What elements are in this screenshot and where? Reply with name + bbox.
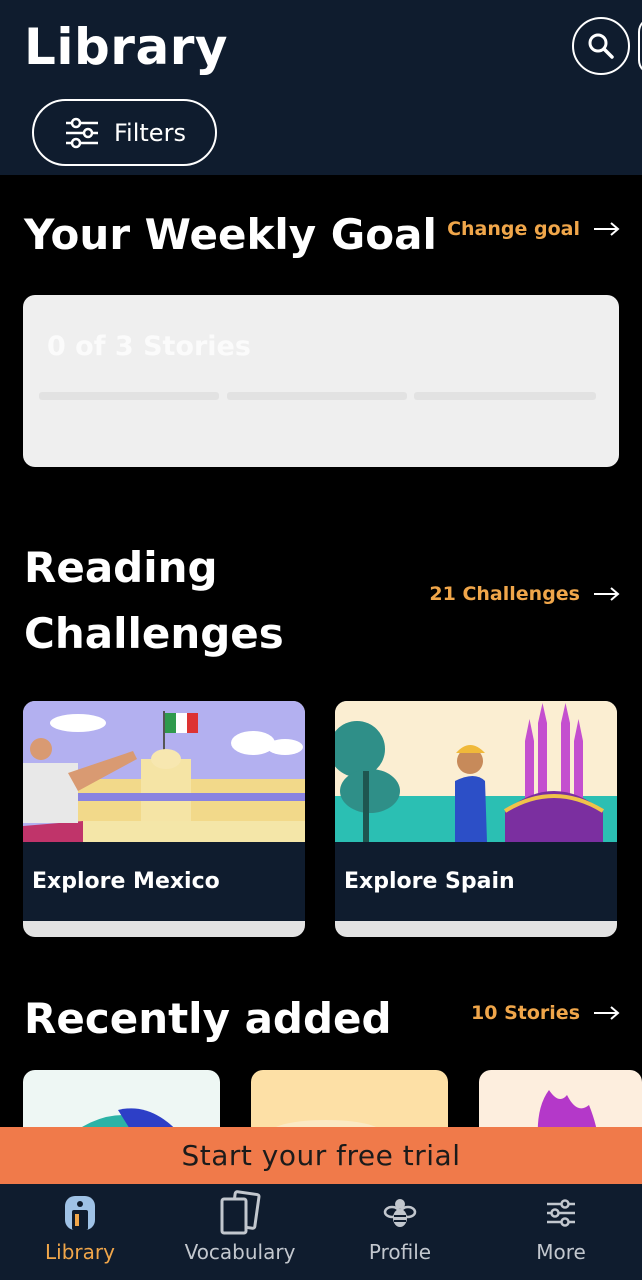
spain-illustration: [335, 701, 617, 842]
challenge-name: Explore Spain: [344, 869, 515, 894]
tab-label: More: [536, 1240, 586, 1264]
mexico-illustration: [23, 701, 305, 842]
tab-label: Library: [45, 1240, 115, 1264]
arrow-right-icon: [594, 222, 620, 236]
stories-count-label: 10 Stories: [471, 1002, 580, 1024]
challenges-count-label: 21 Challenges: [429, 583, 580, 605]
search-button[interactable]: [572, 17, 630, 75]
tab-more[interactable]: More: [481, 1184, 641, 1280]
all-challenges-link[interactable]: 21 Challenges: [429, 583, 620, 605]
tab-label: Vocabulary: [184, 1240, 296, 1264]
challenges-title-line1: Reading: [24, 543, 218, 592]
arrow-right-icon: [594, 1006, 620, 1020]
offscreen-button[interactable]: [638, 17, 642, 75]
sliders-icon: [66, 117, 98, 148]
bottom-tab-bar: Library Vocabulary Profile More: [0, 1184, 642, 1280]
challenge-card-spain[interactable]: Explore Spain: [335, 701, 617, 937]
filters-label: Filters: [114, 118, 186, 147]
free-trial-banner[interactable]: Start your free trial: [0, 1127, 642, 1184]
search-icon: [588, 33, 614, 59]
all-stories-link[interactable]: 10 Stories: [471, 1002, 620, 1024]
tab-profile[interactable]: Profile: [320, 1184, 480, 1280]
more-sliders-icon: [547, 1199, 575, 1227]
arrow-right-icon: [594, 587, 620, 601]
goal-progress-segment: [414, 392, 596, 400]
vocabulary-cards-icon: [220, 1190, 261, 1235]
profile-bee-icon: [383, 1199, 417, 1227]
challenge-name: Explore Mexico: [32, 869, 220, 894]
filters-button[interactable]: Filters: [32, 99, 217, 166]
top-header: Library Filters: [0, 0, 642, 175]
goal-progress-text: 0 of 3 Stories: [47, 331, 251, 362]
challenges-title-line2: Challenges: [24, 609, 284, 658]
weekly-goal-title: Your Weekly Goal: [24, 210, 437, 259]
tab-vocabulary[interactable]: Vocabulary: [160, 1184, 320, 1280]
library-icon: [65, 1196, 95, 1230]
challenge-card-mexico[interactable]: Explore Mexico: [23, 701, 305, 937]
goal-progress-segment: [227, 392, 407, 400]
change-goal-label: Change goal: [447, 218, 580, 240]
change-goal-link[interactable]: Change goal: [447, 218, 620, 240]
tab-library[interactable]: Library: [0, 1184, 160, 1280]
tab-label: Profile: [368, 1240, 432, 1264]
challenge-label-band: Explore Mexico: [23, 842, 305, 921]
page-title: Library: [24, 18, 228, 76]
free-trial-label: Start your free trial: [181, 1139, 461, 1172]
goal-progress-segment: [39, 392, 219, 400]
challenge-label-band: Explore Spain: [335, 842, 617, 921]
recently-added-title: Recently added: [24, 994, 392, 1043]
weekly-goal-card[interactable]: 0 of 3 Stories: [23, 295, 619, 467]
